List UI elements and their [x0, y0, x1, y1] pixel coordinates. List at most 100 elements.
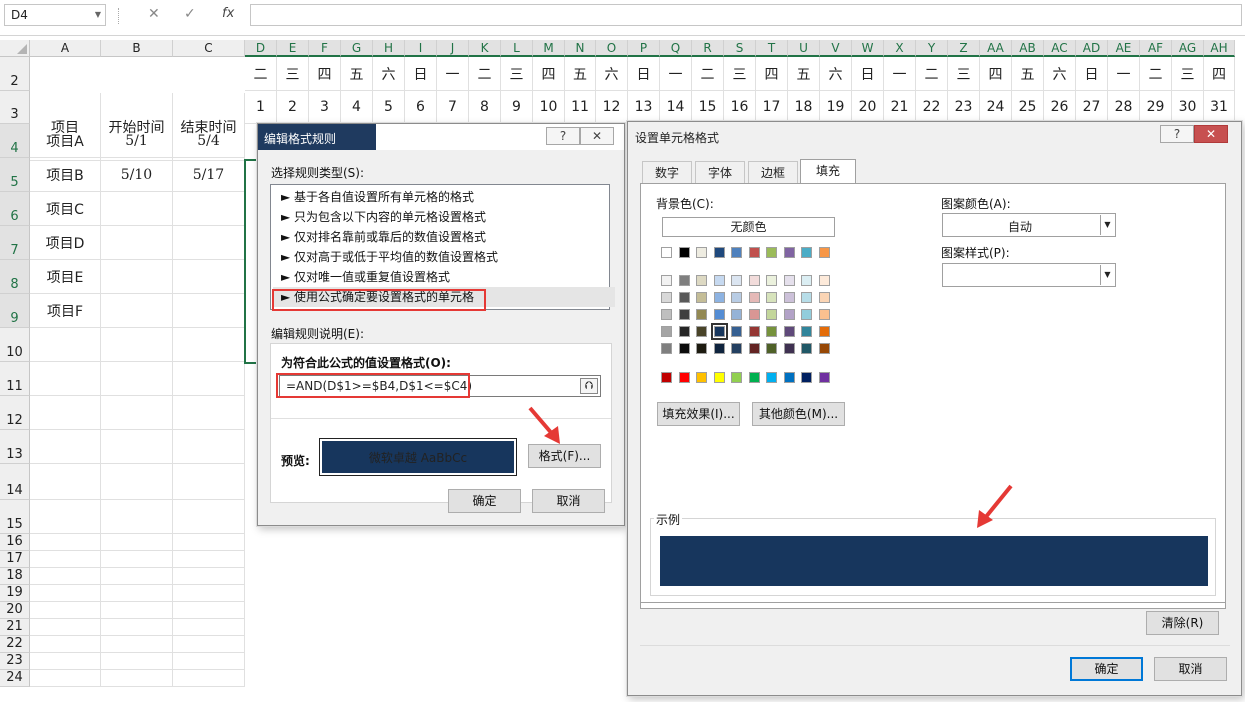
- weekday-cell[interactable]: 日: [1076, 57, 1108, 91]
- row-header[interactable]: 19: [0, 585, 30, 602]
- empty-cell[interactable]: [173, 551, 245, 568]
- row-header[interactable]: 3: [0, 91, 30, 124]
- empty-cell[interactable]: [173, 619, 245, 636]
- day-number-cell[interactable]: 2: [277, 91, 309, 124]
- empty-cell[interactable]: [173, 362, 245, 396]
- day-number-cell[interactable]: 30: [1172, 91, 1204, 124]
- weekday-cell[interactable]: 四: [1204, 57, 1235, 91]
- empty-cell[interactable]: [30, 653, 101, 670]
- day-number-cell[interactable]: 19: [820, 91, 852, 124]
- weekday-cell[interactable]: 五: [341, 57, 373, 91]
- empty-cell[interactable]: [30, 636, 101, 653]
- day-number-cell[interactable]: 24: [980, 91, 1012, 124]
- color-swatch[interactable]: [696, 372, 707, 383]
- day-number-cell[interactable]: 26: [1044, 91, 1076, 124]
- chevron-down-icon[interactable]: ▼: [95, 10, 101, 19]
- day-number-cell[interactable]: 27: [1076, 91, 1108, 124]
- column-header[interactable]: S: [724, 40, 756, 57]
- column-header[interactable]: X: [884, 40, 916, 57]
- column-header[interactable]: Q: [660, 40, 692, 57]
- empty-cell[interactable]: [101, 328, 173, 362]
- weekday-cell[interactable]: 二: [1140, 57, 1172, 91]
- row-header[interactable]: 11: [0, 362, 30, 396]
- data-cell-item[interactable]: 项目E: [30, 260, 101, 294]
- day-number-cell[interactable]: 31: [1204, 91, 1235, 124]
- column-header[interactable]: H: [373, 40, 405, 57]
- color-swatch[interactable]: [766, 292, 777, 303]
- enter-icon[interactable]: ✓: [184, 6, 196, 22]
- weekday-cell[interactable]: 日: [628, 57, 660, 91]
- color-swatch[interactable]: [784, 309, 795, 320]
- day-number-cell[interactable]: 11: [565, 91, 596, 124]
- rule-type-item[interactable]: ► 只为包含以下内容的单元格设置格式: [273, 207, 615, 227]
- data-cell-start[interactable]: [101, 192, 173, 226]
- row-header[interactable]: 15: [0, 500, 30, 534]
- data-cell-end[interactable]: 5/4: [173, 124, 245, 158]
- color-swatch[interactable]: [819, 343, 830, 354]
- column-header[interactable]: AE: [1108, 40, 1140, 57]
- day-number-cell[interactable]: 28: [1108, 91, 1140, 124]
- row-header[interactable]: 12: [0, 396, 30, 430]
- column-header[interactable]: N: [565, 40, 596, 57]
- color-swatch[interactable]: [766, 275, 777, 286]
- column-header[interactable]: R: [692, 40, 724, 57]
- weekday-cell[interactable]: 五: [565, 57, 596, 91]
- empty-cell[interactable]: [173, 653, 245, 670]
- day-number-cell[interactable]: 6: [405, 91, 437, 124]
- color-swatch[interactable]: [731, 343, 742, 354]
- weekday-cell[interactable]: 二: [916, 57, 948, 91]
- empty-cell[interactable]: [101, 636, 173, 653]
- weekday-cell[interactable]: 四: [756, 57, 788, 91]
- column-header[interactable]: V: [820, 40, 852, 57]
- data-cell-end[interactable]: [173, 294, 245, 328]
- data-cell-start[interactable]: [101, 226, 173, 260]
- data-cell-start[interactable]: 5/1: [101, 124, 173, 158]
- weekday-cell[interactable]: 六: [373, 57, 405, 91]
- format-button[interactable]: 格式(F)...: [528, 444, 601, 468]
- weekday-cell[interactable]: 六: [596, 57, 628, 91]
- data-cell-end[interactable]: 5/17: [173, 158, 245, 192]
- data-cell-end[interactable]: [173, 226, 245, 260]
- day-number-cell[interactable]: 15: [692, 91, 724, 124]
- column-header[interactable]: AF: [1140, 40, 1172, 57]
- row-header[interactable]: 21: [0, 619, 30, 636]
- help-button[interactable]: ?: [546, 127, 580, 145]
- select-all-corner[interactable]: [0, 40, 30, 57]
- color-swatch[interactable]: [749, 343, 760, 354]
- row-header[interactable]: 24: [0, 670, 30, 687]
- weekday-cell[interactable]: 三: [1172, 57, 1204, 91]
- color-swatch[interactable]: [749, 372, 760, 383]
- empty-cell[interactable]: [30, 362, 101, 396]
- rule-type-item[interactable]: ► 基于各自值设置所有单元格的格式: [273, 187, 615, 207]
- fill-effects-button[interactable]: 填充效果(I)...: [657, 402, 740, 426]
- data-cell-item[interactable]: 项目F: [30, 294, 101, 328]
- day-number-cell[interactable]: 10: [533, 91, 565, 124]
- color-swatch[interactable]: [731, 275, 742, 286]
- tab-1[interactable]: 字体: [695, 161, 745, 183]
- data-cell-item[interactable]: 项目C: [30, 192, 101, 226]
- row-header[interactable]: 6: [0, 192, 30, 226]
- empty-cell[interactable]: [30, 585, 101, 602]
- chevron-down-icon[interactable]: ▼: [1100, 265, 1114, 285]
- column-header[interactable]: AA: [980, 40, 1012, 57]
- color-swatch[interactable]: [731, 292, 742, 303]
- weekday-cell[interactable]: 日: [405, 57, 437, 91]
- cancel-button[interactable]: 取消: [1154, 657, 1227, 681]
- tab-0[interactable]: 数字: [642, 161, 692, 183]
- column-header[interactable]: A: [30, 40, 101, 57]
- weekday-cell[interactable]: 一: [1108, 57, 1140, 91]
- row-header[interactable]: 10: [0, 328, 30, 362]
- column-header[interactable]: F: [309, 40, 341, 57]
- empty-cell[interactable]: [101, 653, 173, 670]
- empty-cell[interactable]: [173, 396, 245, 430]
- empty-cell[interactable]: [173, 430, 245, 464]
- weekday-cell[interactable]: 三: [277, 57, 309, 91]
- color-swatch[interactable]: [661, 309, 672, 320]
- color-swatch[interactable]: [784, 372, 795, 383]
- color-swatch[interactable]: [679, 275, 690, 286]
- color-swatch[interactable]: [819, 275, 830, 286]
- color-swatch[interactable]: [696, 275, 707, 286]
- color-swatch[interactable]: [784, 275, 795, 286]
- day-number-cell[interactable]: 8: [469, 91, 501, 124]
- empty-cell[interactable]: [101, 670, 173, 687]
